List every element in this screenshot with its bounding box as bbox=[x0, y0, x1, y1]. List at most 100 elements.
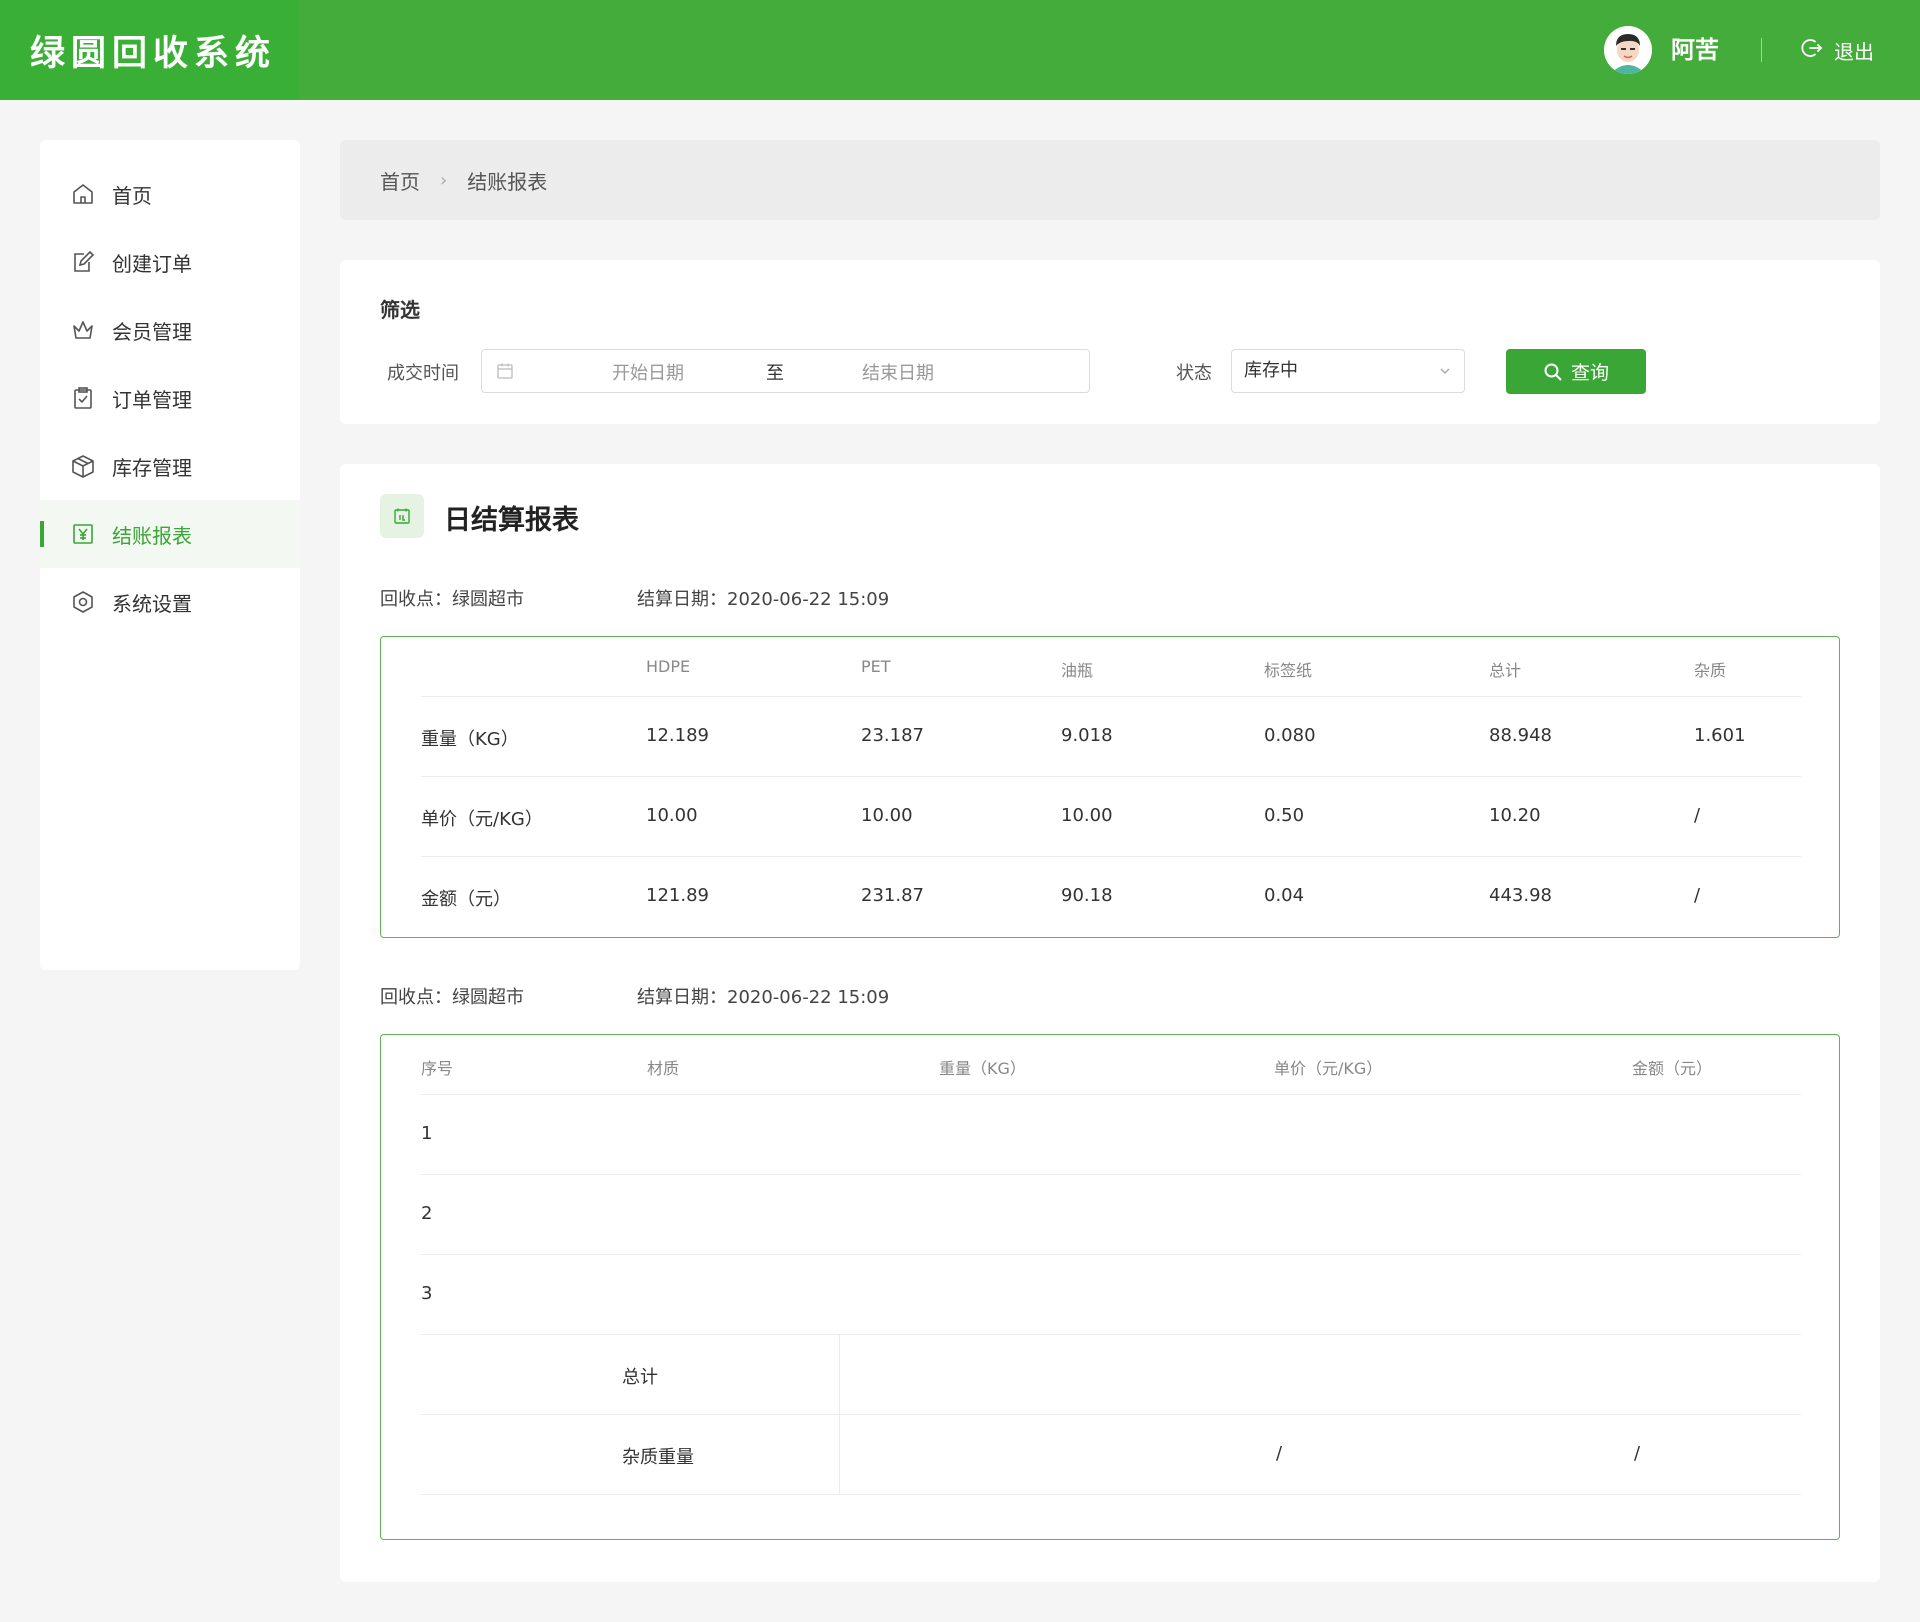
crown-icon bbox=[70, 317, 96, 343]
table-header: 杂质 bbox=[1694, 661, 1727, 680]
date-range-picker[interactable]: 开始日期 至 结束日期 bbox=[481, 349, 1090, 393]
avatar[interactable] bbox=[1604, 26, 1652, 74]
table-header: 总计 bbox=[1489, 661, 1522, 680]
sidebar-item-orders[interactable]: 订单管理 bbox=[40, 364, 300, 432]
home-icon bbox=[70, 181, 96, 207]
table-cell: 10.00 bbox=[646, 805, 698, 826]
sidebar-item-reports[interactable]: 结账报表 bbox=[40, 500, 300, 568]
sidebar-item-home[interactable]: 首页 bbox=[40, 160, 300, 228]
status-value: 库存中 bbox=[1244, 360, 1298, 381]
status-select[interactable]: 库存中 bbox=[1231, 349, 1465, 393]
edit-icon bbox=[70, 249, 96, 275]
logout-label: 退出 bbox=[1834, 39, 1874, 64]
end-date-input[interactable]: 结束日期 bbox=[862, 359, 934, 385]
query-button[interactable]: 查询 bbox=[1506, 349, 1646, 394]
breadcrumb: 首页 › 结账报表 bbox=[340, 140, 1880, 220]
gear-icon bbox=[70, 589, 96, 615]
total-label: 总计 bbox=[622, 1367, 658, 1388]
report-panel: 日结算报表 回收点：绿圆超市 结算日期：2020-06-22 15:09 HDP… bbox=[340, 464, 1880, 1582]
table-cell: / bbox=[1694, 885, 1701, 906]
row-label: 单价（元/KG） bbox=[421, 809, 543, 830]
table-cell: 10.00 bbox=[861, 805, 913, 826]
table-row: 1 bbox=[421, 1095, 1801, 1175]
impurity-label: 杂质重量 bbox=[622, 1447, 694, 1468]
total-row: 总计 bbox=[421, 1335, 1801, 1415]
table-cell: 0.080 bbox=[1264, 725, 1316, 746]
search-icon bbox=[1544, 363, 1562, 381]
table-cell: 90.18 bbox=[1061, 885, 1113, 906]
table-cell: 23.187 bbox=[861, 725, 924, 746]
header-divider bbox=[1761, 38, 1762, 62]
sidebar-menu: 首页 创建订单 会员管理 订单管理 库存管理 结账报表 系统设置 bbox=[40, 140, 300, 970]
calendar-icon bbox=[497, 363, 513, 379]
user-name[interactable]: 阿苦 bbox=[1671, 32, 1719, 68]
impurity-price: / bbox=[1276, 1443, 1283, 1464]
query-label: 查询 bbox=[1570, 362, 1609, 384]
date-label: 成交时间 bbox=[387, 363, 459, 384]
table-cell: / bbox=[1694, 805, 1701, 826]
box-icon bbox=[70, 453, 96, 479]
table-cell: 9.018 bbox=[1061, 725, 1113, 746]
table-row: 2 bbox=[421, 1175, 1801, 1255]
filter-title: 筛选 bbox=[380, 298, 420, 322]
sidebar-item-label: 会员管理 bbox=[112, 319, 192, 344]
table-header: 单价（元/KG） bbox=[1274, 1059, 1383, 1078]
sidebar-item-settings[interactable]: 系统设置 bbox=[40, 568, 300, 636]
row-index: 1 bbox=[421, 1123, 433, 1144]
table-header: 材质 bbox=[647, 1059, 680, 1078]
breadcrumb-current: 结账报表 bbox=[467, 169, 548, 194]
sidebar-item-label: 系统设置 bbox=[112, 591, 192, 616]
column-divider bbox=[839, 1335, 840, 1415]
row-index: 3 bbox=[421, 1283, 433, 1304]
table-row: 金额（元） 121.89 231.87 90.18 0.04 443.98 / bbox=[421, 857, 1801, 937]
table-cell: 10.20 bbox=[1489, 805, 1541, 826]
row-label: 重量（KG） bbox=[421, 729, 519, 750]
table-header-row: HDPE PET 油瓶 标签纸 总计 杂质 bbox=[421, 637, 1801, 697]
table-header: 金额（元） bbox=[1632, 1059, 1713, 1078]
table-cell: 0.04 bbox=[1264, 885, 1305, 906]
table-cell: 0.50 bbox=[1264, 805, 1305, 826]
table-row: 重量（KG） 12.189 23.187 9.018 0.080 88.948 … bbox=[421, 697, 1801, 777]
start-date-input[interactable]: 开始日期 bbox=[612, 359, 684, 385]
breadcrumb-home[interactable]: 首页 bbox=[380, 166, 420, 195]
column-divider bbox=[839, 1415, 840, 1495]
table-cell: 12.189 bbox=[646, 725, 709, 746]
settlement-date: 结算日期：2020-06-22 15:09 bbox=[637, 589, 890, 610]
table-cell: 1.601 bbox=[1694, 725, 1746, 746]
recycle-point: 回收点：绿圆超市 bbox=[380, 589, 524, 610]
clipboard-icon bbox=[70, 385, 96, 411]
app-logo[interactable]: 绿圆回收系统 bbox=[0, 0, 299, 100]
status-label: 状态 bbox=[1176, 363, 1212, 384]
table-cell: 443.98 bbox=[1489, 885, 1552, 906]
sidebar-item-inventory[interactable]: 库存管理 bbox=[40, 432, 300, 500]
settlement-date: 结算日期：2020-06-22 15:09 bbox=[637, 987, 890, 1008]
table-header: HDPE bbox=[646, 657, 691, 676]
impurity-amount: / bbox=[1634, 1443, 1641, 1464]
impurity-row: 杂质重量 / / bbox=[421, 1415, 1801, 1495]
sidebar-item-label: 库存管理 bbox=[112, 455, 192, 480]
sidebar-item-label: 结账报表 bbox=[112, 523, 192, 548]
table-cell: 10.00 bbox=[1061, 805, 1113, 826]
detail-table: 序号 材质 重量（KG） 单价（元/KG） 金额（元） 1 2 3 总计 杂质重… bbox=[380, 1034, 1840, 1540]
table-header: 标签纸 bbox=[1264, 661, 1313, 680]
table-header: 油瓶 bbox=[1061, 661, 1094, 680]
sidebar-item-members[interactable]: 会员管理 bbox=[40, 296, 300, 364]
filter-panel: 筛选 成交时间 开始日期 至 结束日期 状态 库存中 查询 bbox=[340, 260, 1880, 424]
row-label: 金额（元） bbox=[421, 889, 511, 910]
sidebar-item-label: 创建订单 bbox=[112, 251, 192, 276]
summary-table: HDPE PET 油瓶 标签纸 总计 杂质 重量（KG） 12.189 23.1… bbox=[380, 636, 1840, 938]
table-header: 重量（KG） bbox=[939, 1059, 1026, 1078]
logout-button[interactable]: 退出 bbox=[1800, 32, 1874, 68]
top-header: 绿圆回收系统 阿苦 退出 bbox=[0, 0, 1920, 100]
table-header: PET bbox=[861, 657, 891, 676]
table-row: 单价（元/KG） 10.00 10.00 10.00 0.50 10.20 / bbox=[421, 777, 1801, 857]
sidebar-item-create-order[interactable]: 创建订单 bbox=[40, 228, 300, 296]
recycle-point: 回收点：绿圆超市 bbox=[380, 987, 524, 1008]
sidebar-item-label: 首页 bbox=[112, 183, 152, 208]
chevron-right-icon: › bbox=[440, 169, 448, 191]
table-cell: 88.948 bbox=[1489, 725, 1552, 746]
date-range-separator: 至 bbox=[766, 363, 784, 384]
table-cell: 231.87 bbox=[861, 885, 924, 906]
table-row: 3 bbox=[421, 1255, 1801, 1335]
calendar-report-icon bbox=[380, 494, 424, 538]
